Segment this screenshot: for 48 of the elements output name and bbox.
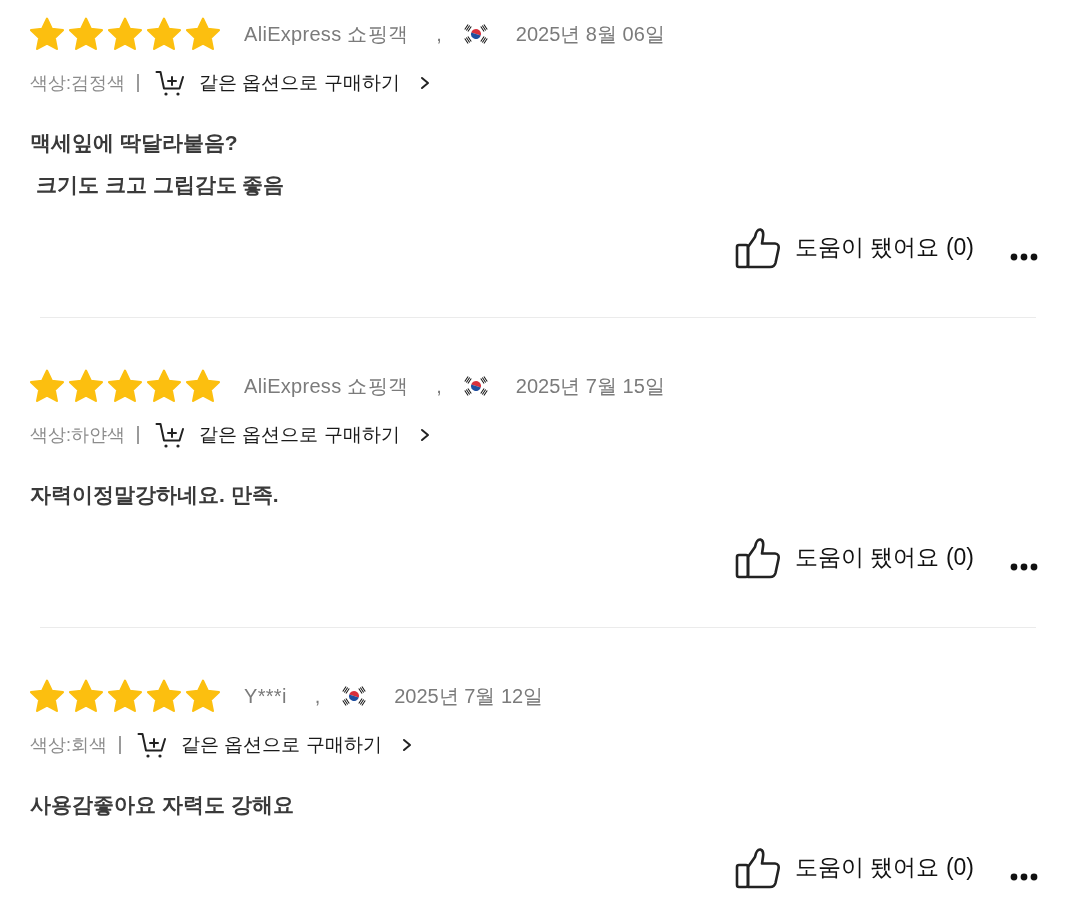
- star-icon: [108, 17, 142, 51]
- star-icon: [186, 369, 220, 403]
- review-date: 2025년 7월 15일: [515, 373, 665, 399]
- star-icon: [108, 679, 142, 713]
- option-label: 색상:회색: [30, 734, 107, 757]
- chevron-right-icon: [401, 738, 412, 752]
- buy-same-option-link[interactable]: 같은 옵션으로 구매하기: [155, 421, 430, 449]
- separator-comma: ,: [436, 22, 442, 46]
- buy-same-option-link[interactable]: 같은 옵션으로 구매하기: [155, 69, 430, 97]
- option-label: 색상:하얀색: [30, 424, 125, 447]
- star-icon: [147, 679, 181, 713]
- thumbs-up-icon: [735, 845, 782, 889]
- star-icon: [147, 17, 181, 51]
- more-icon[interactable]: [1010, 253, 1038, 261]
- star-icon: [69, 679, 103, 713]
- cart-plus-icon: [155, 421, 185, 449]
- more-icon[interactable]: [1010, 873, 1038, 881]
- review-date: 2025년 7월 12일: [394, 683, 544, 709]
- star-icon: [69, 17, 103, 51]
- reviewer-name: AliExpress 쇼핑객: [244, 21, 409, 47]
- review-text: 자력이정말강하네요. 만족.: [30, 482, 280, 508]
- star-icon: [186, 17, 220, 51]
- separator-comma: ,: [314, 684, 321, 708]
- helpful-button[interactable]: 도움이 됐어요 (0): [735, 225, 974, 269]
- buy-same-option-link[interactable]: 같은 옵션으로 구매하기: [137, 731, 412, 759]
- review-text: 맥세잎에 딱달라붙음? 크기도 크고 그립감도 좋음: [30, 130, 286, 198]
- cart-plus-icon: [137, 731, 167, 759]
- reviewer-name: Y***i: [244, 684, 287, 708]
- review-text: 사용감좋아요 자력도 강해요: [30, 792, 295, 818]
- helpful-button[interactable]: 도움이 됐어요 (0): [735, 535, 974, 579]
- separator-comma: ,: [436, 374, 442, 398]
- option-label: 색상:검정색: [30, 72, 125, 95]
- chevron-right-icon: [419, 428, 430, 442]
- chevron-right-icon: [419, 76, 430, 90]
- reviewer-name: AliExpress 쇼핑객: [244, 373, 409, 399]
- star-icon: [69, 369, 103, 403]
- thumbs-up-icon: [735, 535, 782, 579]
- thumbs-up-icon: [735, 225, 782, 269]
- helpful-button[interactable]: 도움이 됐어요 (0): [735, 845, 974, 889]
- star-icon: [108, 369, 142, 403]
- review-date: 2025년 8월 06일: [515, 21, 665, 47]
- star-icon: [30, 369, 64, 403]
- cart-plus-icon: [155, 69, 185, 97]
- star-icon: [147, 369, 181, 403]
- star-icon: [30, 17, 64, 51]
- more-icon[interactable]: [1010, 563, 1038, 571]
- star-icon: [186, 679, 220, 713]
- star-icon: [30, 679, 64, 713]
